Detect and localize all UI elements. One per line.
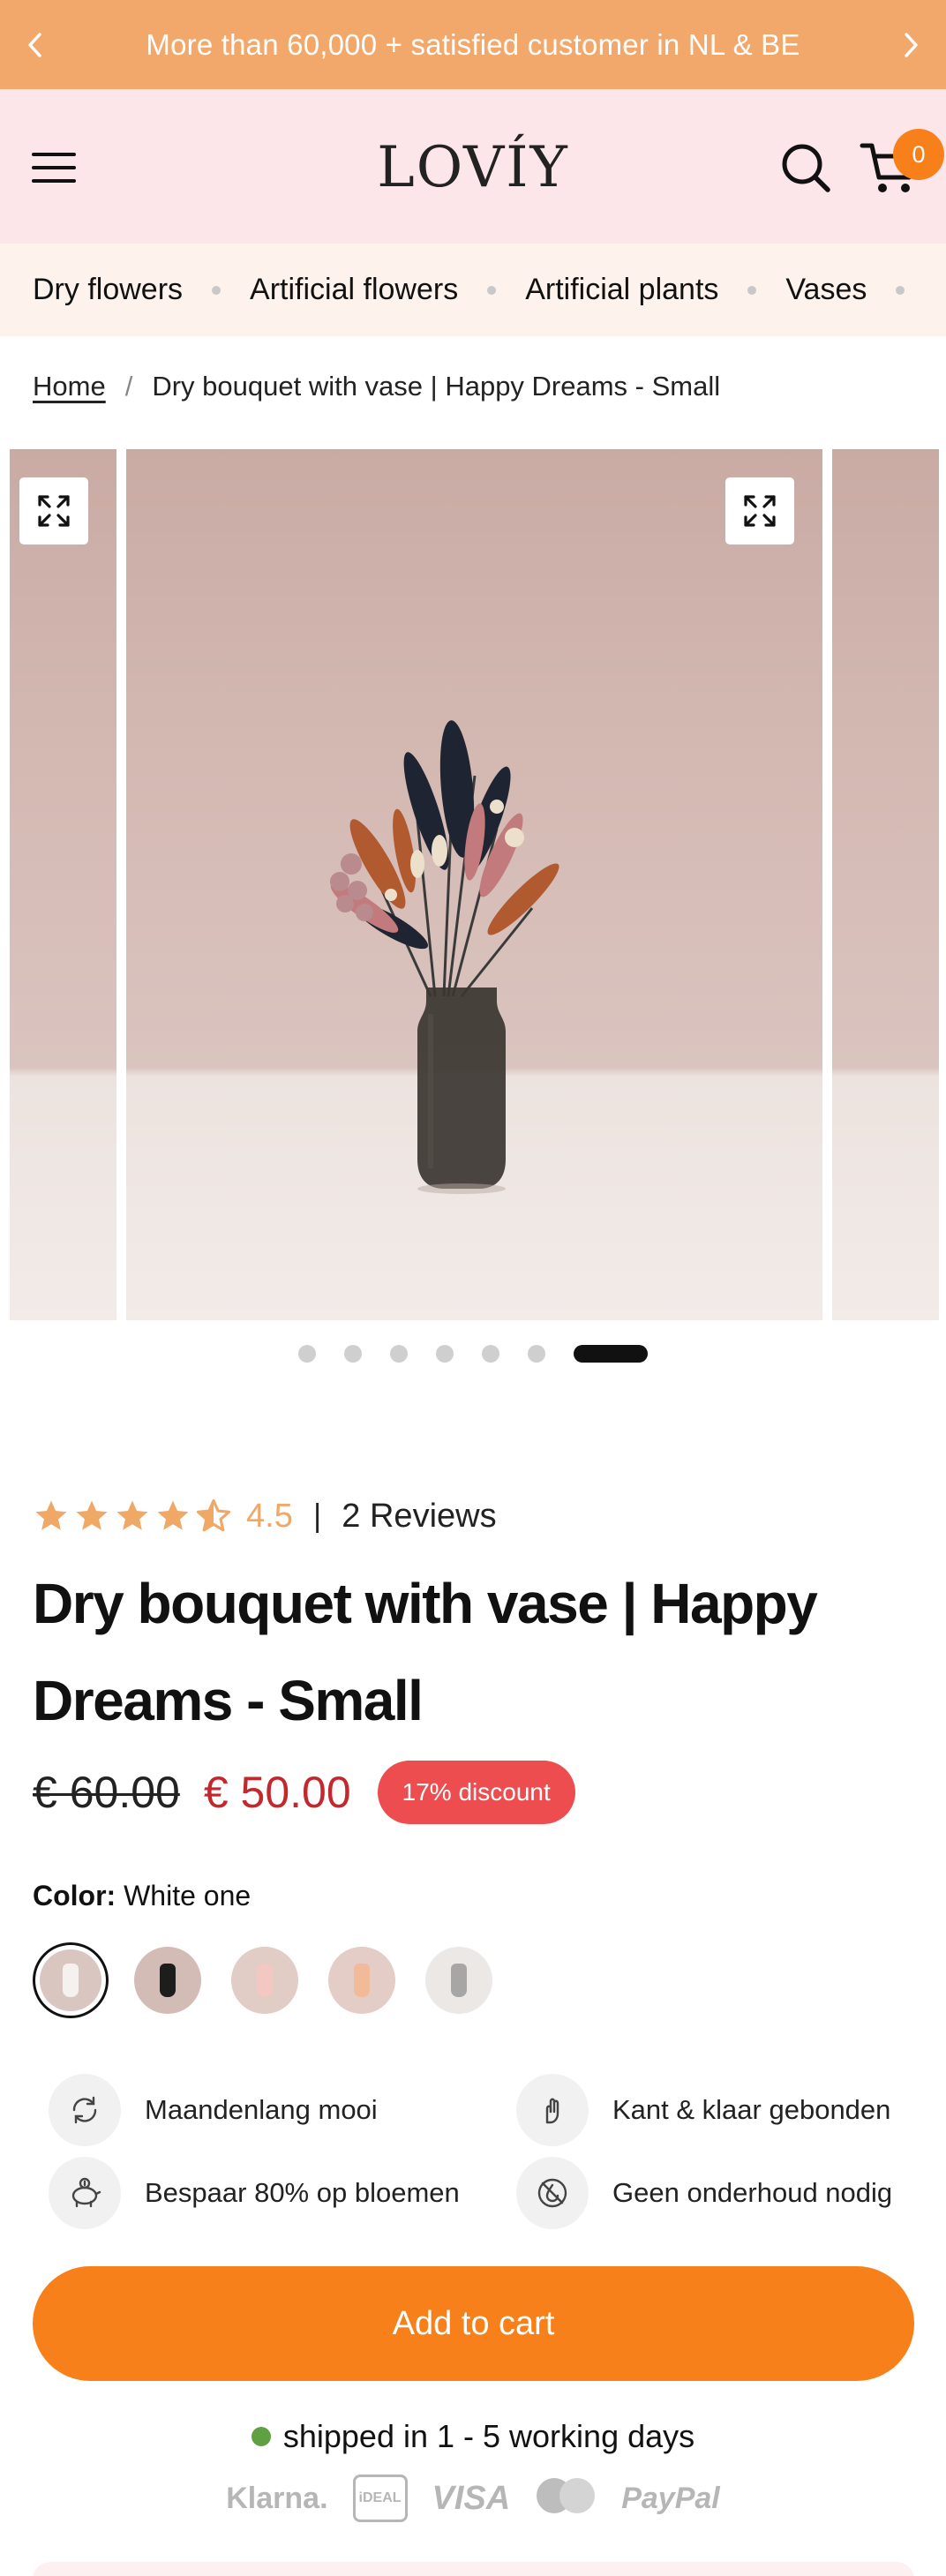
star-icon [157,1500,189,1530]
next-section-edge [33,2562,914,2576]
category-nav: Dry flowers Artificial flowers Artificia… [0,244,946,336]
gallery-slide-previous[interactable] [10,449,116,1320]
breadcrumb-current: Dry bouquet with vase | Happy Dreams - S… [152,371,721,402]
gallery-slide-next[interactable] [832,449,939,1320]
recycle-icon [49,2074,121,2146]
rating-stars [33,1498,232,1535]
feature-label: Kant & klaar gebonden [612,2094,891,2125]
category-vases[interactable]: Vases [785,273,867,307]
breadcrumb-home-link[interactable]: Home [33,371,106,402]
reviews-link[interactable]: 2 Reviews [342,1498,496,1536]
color-selected-value: White one [124,1880,252,1911]
color-swatch-pink[interactable] [227,1942,303,2018]
gallery-dot[interactable] [436,1345,454,1363]
color-swatches [33,1942,497,2018]
announcement-bar: More than 60,000 + satisfied customer in… [0,0,946,89]
expand-image-button[interactable] [725,477,794,544]
feature-label: Maandenlang mooi [145,2094,378,2125]
product-rating[interactable]: 4.5 | 2 Reviews [33,1494,497,1538]
gallery-pagination [0,1345,946,1363]
search-button[interactable] [778,140,833,195]
gallery-dot[interactable] [298,1345,316,1363]
payment-methods: Klarna. iDEAL VISA PayPal [0,2475,946,2522]
announcement-prev-button[interactable] [0,0,71,89]
expand-icon [38,495,70,527]
category-dry-flowers[interactable]: Dry flowers [33,273,183,307]
piggy-bank-icon [49,2157,121,2229]
feature-item: Bespaar 80% op bloemen [49,2157,460,2229]
gallery-main-image[interactable] [126,449,822,1320]
product-title: Dry bouquet with vase | Happy Dreams - S… [33,1572,818,1732]
hand-icon [516,2074,589,2146]
shipping-info: shipped in 1 - 5 working days [0,2418,946,2455]
gallery-dot[interactable] [528,1345,545,1363]
category-separator [747,285,757,295]
color-label: Color: White one [33,1880,251,1912]
breadcrumb: Home / Dry bouquet with vase | Happy Dre… [33,371,720,402]
feature-label: Geen onderhoud nodig [612,2177,893,2208]
star-half-icon [196,1498,231,1532]
rating-score: 4.5 [246,1497,293,1535]
star-icon [76,1500,108,1530]
category-artificial-flowers[interactable]: Artificial flowers [250,273,458,307]
category-artificial-plants[interactable]: Artificial plants [525,273,718,307]
feature-item: Kant & klaar gebonden [516,2074,890,2146]
color-label-title: Color: [33,1880,116,1911]
shipping-prefix: shipped in [282,2418,428,2454]
search-icon [782,144,830,192]
paypal-logo: PayPal [621,2481,720,2515]
chevron-left-icon [28,32,41,57]
expand-icon [744,495,776,527]
feature-item: Geen onderhoud nodig [516,2157,892,2229]
visa-logo: VISA [432,2479,511,2517]
gallery-dot[interactable] [390,1345,408,1363]
mastercard-logo [535,2475,597,2522]
category-separator [896,285,905,295]
category-separator [487,285,497,295]
rating-separator: | [312,1498,323,1534]
chevron-right-icon [905,32,918,57]
price-row: € 60.00 € 50.00 17% discount [33,1760,575,1825]
breadcrumb-separator: / [124,371,133,402]
color-swatch-white[interactable] [33,1942,109,2018]
color-swatch-peach[interactable] [324,1942,400,2018]
gallery-dot[interactable] [482,1345,499,1363]
category-separator [212,285,221,295]
sale-price: € 50.00 [203,1768,351,1817]
in-stock-dot-icon [251,2427,271,2446]
feature-item: Maandenlang mooi [49,2074,378,2146]
site-header: LOVÍY 0 [0,89,946,244]
original-price: € 60.00 [33,1768,180,1817]
expand-image-button[interactable] [19,477,88,544]
feature-label: Bespaar 80% op bloemen [145,2177,460,2208]
color-swatch-black[interactable] [130,1942,206,2018]
shipping-days: 1 - 5 working days [437,2418,695,2454]
gallery-dot-active[interactable] [574,1345,648,1363]
announcement-next-button[interactable] [875,0,946,89]
gallery-dot[interactable] [344,1345,362,1363]
announcement-text: More than 60,000 + satisfied customer in… [146,27,800,61]
no-water-icon [516,2157,589,2229]
add-to-cart-button[interactable]: Add to cart [33,2266,914,2381]
discount-badge: 17% discount [377,1761,575,1824]
ideal-logo: iDEAL [352,2475,408,2522]
star-icon [116,1500,148,1530]
star-icon [35,1500,67,1530]
cart-count-badge: 0 [893,129,944,180]
klarna-logo: Klarna. [226,2481,328,2515]
color-swatch-grey[interactable] [421,1942,497,2018]
product-image [330,720,559,1194]
